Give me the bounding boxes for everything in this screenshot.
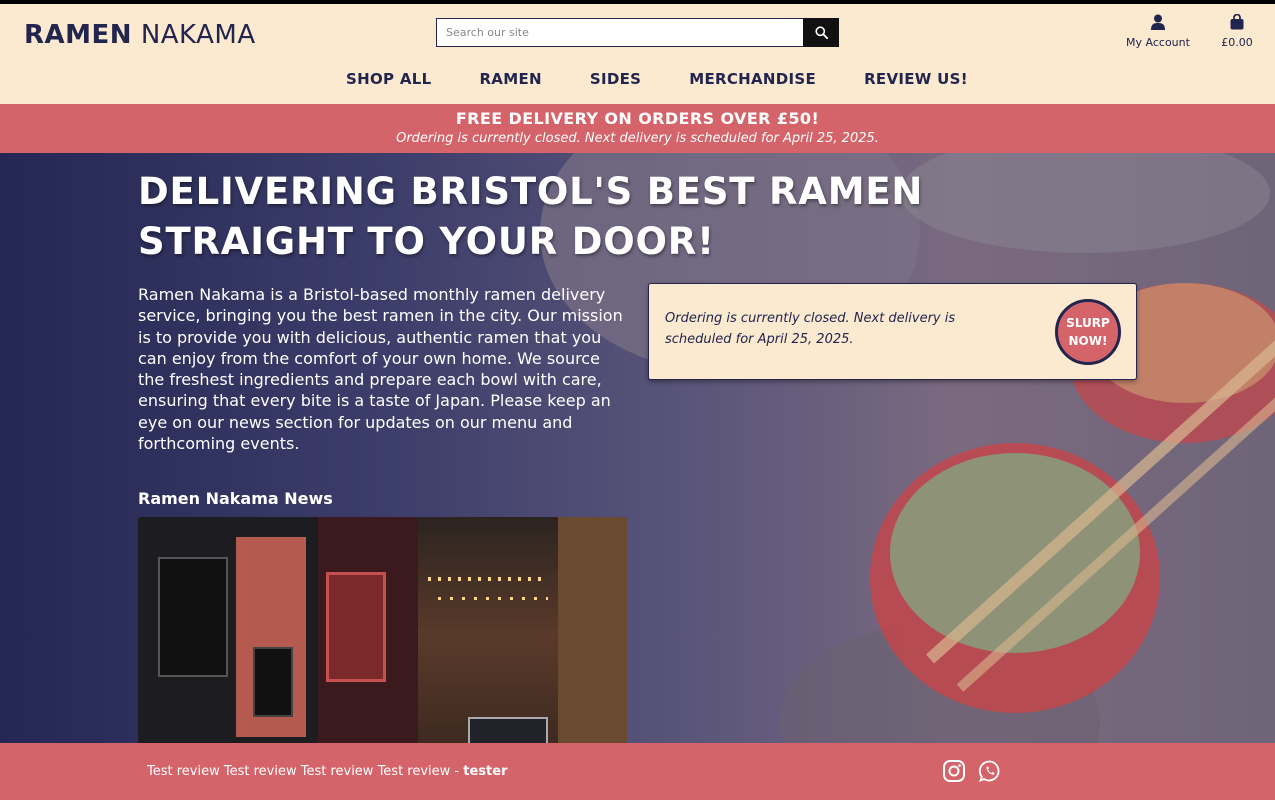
nav-merchandise[interactable]: MERCHANDISE: [665, 70, 840, 88]
slurp-now-button[interactable]: SLURP NOW!: [1055, 299, 1121, 365]
my-account-link[interactable]: My Account: [1118, 14, 1198, 49]
slurp-now-label: SLURP NOW!: [1066, 316, 1110, 348]
logo-word-ramen: RAMEN: [24, 20, 133, 50]
news-image[interactable]: [138, 517, 627, 743]
hero-title: DELIVERING BRISTOL'S BEST RAMEN STRAIGHT…: [138, 170, 924, 263]
review-author: tester: [463, 764, 508, 779]
shopping-bag-icon: [1230, 13, 1244, 30]
whatsapp-icon[interactable]: [978, 759, 1002, 783]
news-image-sign: [253, 647, 293, 717]
free-delivery-text: FREE DELIVERY ON ORDERS OVER £50!: [455, 109, 820, 128]
cart-link[interactable]: £0.00: [1212, 13, 1262, 49]
news-image-street-sign: [468, 717, 548, 743]
news-image-building: [558, 517, 627, 743]
nav-review-us[interactable]: REVIEW US!: [840, 70, 992, 88]
search-icon: [814, 26, 828, 39]
site-logo[interactable]: RAMEN NAKAMA: [24, 20, 256, 50]
instagram-icon[interactable]: [942, 759, 966, 783]
my-account-label: My Account: [1126, 36, 1190, 49]
review-ticker: Test review Test review Test review Test…: [147, 764, 507, 779]
nav-shop-all[interactable]: SHOP ALL: [322, 70, 455, 88]
news-image-alley: [418, 517, 558, 743]
ordering-status-card: Ordering is currently closed. Next deliv…: [648, 283, 1137, 380]
social-links: [942, 759, 1002, 783]
search-form: [436, 18, 839, 47]
nav-ramen[interactable]: RAMEN: [455, 70, 565, 88]
logo-word-nakama: NAKAMA: [140, 20, 256, 50]
news-image-lights: [428, 577, 548, 581]
news-heading: Ramen Nakama News: [138, 489, 333, 508]
cart-total: £0.00: [1221, 36, 1253, 49]
search-input[interactable]: [436, 18, 803, 47]
hero-section: DELIVERING BRISTOL'S BEST RAMEN STRAIGHT…: [0, 153, 1275, 743]
site-footer: Test review Test review Test review Test…: [0, 743, 1275, 800]
main-nav: SHOP ALL RAMEN SIDES MERCHANDISE REVIEW …: [322, 70, 992, 88]
news-image-window: [326, 572, 386, 682]
delivery-banner: FREE DELIVERY ON ORDERS OVER £50! Orderi…: [0, 104, 1275, 153]
site-header: RAMEN NAKAMA My Account £0.00 SHOP ALL R…: [0, 4, 1275, 104]
nav-sides[interactable]: SIDES: [566, 70, 665, 88]
user-icon: [1151, 14, 1165, 30]
news-image-lights: [438, 597, 548, 600]
review-text: Test review Test review Test review Test…: [147, 764, 464, 779]
intro-paragraph: Ramen Nakama is a Bristol-based monthly …: [138, 285, 623, 454]
ordering-status-message: Ordering is currently closed. Next deliv…: [665, 311, 956, 347]
news-image-chalkboard: [158, 557, 228, 677]
ordering-status-text: Ordering is currently closed. Next deliv…: [396, 131, 879, 146]
search-button[interactable]: [803, 18, 839, 47]
